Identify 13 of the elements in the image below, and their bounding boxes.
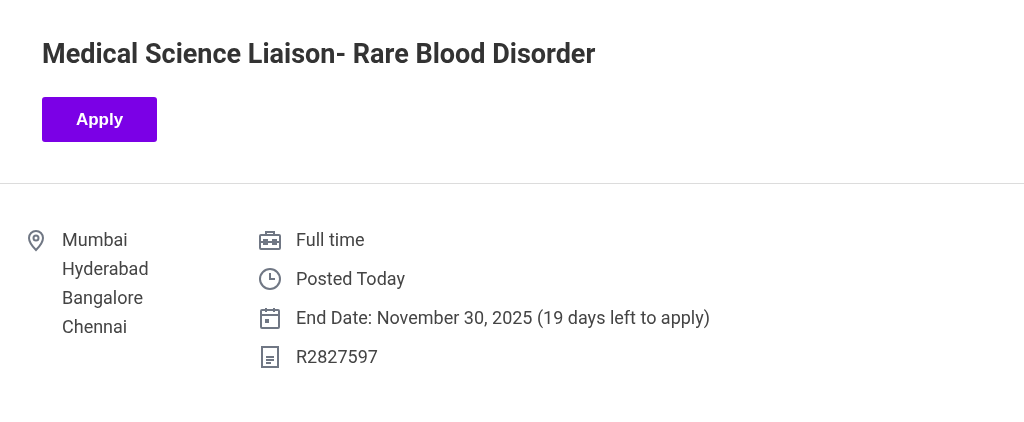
location-text: Hyderabad bbox=[62, 257, 149, 281]
job-detail-text: End Date: November 30, 2025 (19 days left to apply) bbox=[296, 306, 711, 330]
calendar-icon bbox=[258, 305, 282, 330]
location-text: Chennai bbox=[62, 315, 129, 339]
job-title: Medical Science Liaison- Rare Blood Disorder bbox=[42, 37, 597, 72]
document-icon bbox=[258, 344, 282, 369]
apply-button[interactable]: Apply bbox=[42, 97, 157, 142]
location-text: Mumbai bbox=[62, 228, 129, 252]
job-detail-text: Full time bbox=[296, 228, 365, 252]
location-text: Bangalore bbox=[62, 286, 144, 310]
job-detail-text: Posted Today bbox=[296, 267, 405, 291]
job-detail-text: R2827597 bbox=[296, 345, 378, 369]
clock-icon bbox=[258, 266, 282, 291]
